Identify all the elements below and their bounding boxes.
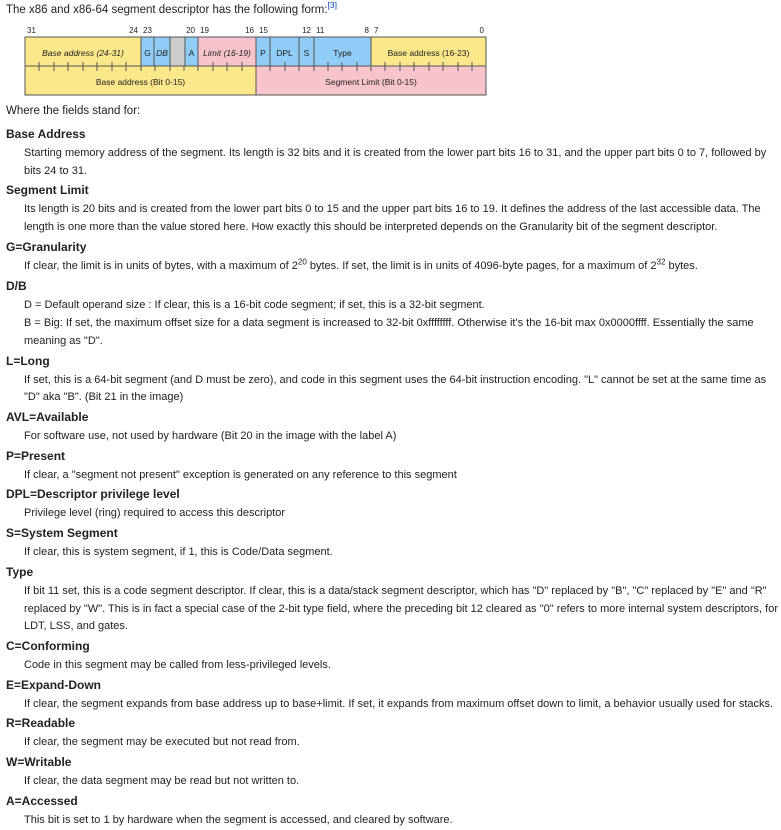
desc-readable: If clear, the segment may be executed bu… bbox=[24, 736, 300, 749]
label-p: P bbox=[260, 48, 266, 58]
bit-label-11: 11 bbox=[316, 26, 325, 35]
term-db: D/B bbox=[6, 278, 27, 293]
bit-label-16: 16 bbox=[245, 26, 254, 35]
term-writable: W=Writable bbox=[6, 755, 72, 770]
desc-granularity: If clear, the limit is in units of bytes… bbox=[24, 258, 778, 277]
label-base-24-31: Base address (24-31) bbox=[42, 48, 124, 58]
term-accessed: A=Accessed bbox=[6, 793, 78, 808]
bit-label-0: 0 bbox=[480, 26, 485, 35]
granularity-text-1: If clear, the limit is in units of bytes… bbox=[24, 259, 298, 272]
term-granularity: G=Granularity bbox=[6, 239, 87, 254]
desc-available: For software use, not used by hardware (… bbox=[24, 430, 397, 443]
citation-link[interactable]: [3] bbox=[328, 0, 337, 10]
bit-label-8: 8 bbox=[365, 26, 370, 35]
term-base-address: Base Address bbox=[6, 127, 86, 141]
intro-text: The x86 and x86-64 segment descriptor ha… bbox=[6, 0, 337, 17]
term-segment-limit: Segment Limit bbox=[6, 183, 89, 198]
term-system-segment: S=System Segment bbox=[6, 526, 118, 541]
label-s: S bbox=[304, 48, 310, 58]
term-available: AVL=Available bbox=[6, 410, 89, 425]
desc-dpl: Privilege level (ring) required to acces… bbox=[24, 507, 286, 520]
label-type: Type bbox=[333, 48, 352, 58]
desc-present: If clear, a "segment not present" except… bbox=[24, 468, 457, 481]
term-readable: R=Readable bbox=[6, 716, 76, 731]
term-dpl: DPL=Descriptor privilege level bbox=[6, 487, 180, 502]
bit-label-20: 20 bbox=[186, 26, 195, 35]
bit-label-7: 7 bbox=[374, 26, 379, 35]
bit-label-15: 15 bbox=[259, 26, 268, 35]
granularity-text-3: bytes. bbox=[665, 259, 698, 272]
desc-writable: If clear, the data segment may be read b… bbox=[24, 775, 300, 788]
segment-descriptor-diagram: 31 24 23 20 19 16 15 12 11 8 7 0 Base ad… bbox=[24, 26, 487, 96]
label-limit-0-15: Segment Limit (Bit 0-15) bbox=[325, 77, 417, 87]
term-long: L=Long bbox=[6, 353, 50, 368]
label-g: G bbox=[144, 48, 151, 58]
intro-sentence: The x86 and x86-64 segment descriptor ha… bbox=[6, 4, 328, 16]
label-base-16-23: Base address (16-23) bbox=[388, 48, 470, 58]
field-reserved bbox=[169, 36, 186, 67]
label-avl: A bbox=[189, 48, 195, 58]
desc-expand-down: If clear, the segment expands from base … bbox=[24, 697, 774, 710]
desc-db-default: D = Default operand size : If clear, thi… bbox=[24, 298, 485, 311]
bit-label-12: 12 bbox=[302, 26, 311, 35]
desc-segment-limit: Its length is 20 bits and is created fro… bbox=[24, 203, 761, 234]
granularity-exp-1: 20 bbox=[297, 257, 307, 267]
bit-label-19: 19 bbox=[200, 26, 209, 35]
label-db: DB bbox=[156, 48, 168, 58]
term-expand-down: E=Expand-Down bbox=[6, 677, 102, 692]
desc-conforming: Code in this segment may be called from … bbox=[24, 658, 331, 671]
desc-type: If bit 11 set, this is a code segment de… bbox=[24, 584, 778, 633]
bit-label-31: 31 bbox=[27, 26, 36, 35]
desc-long: If set, this is a 64-bit segment (and D … bbox=[24, 373, 767, 404]
label-base-0-15: Base address (Bit 0-15) bbox=[96, 77, 185, 87]
label-limit-16-19: Limit (16-19) bbox=[203, 48, 251, 58]
bit-label-24: 24 bbox=[129, 26, 138, 35]
granularity-text-2: bytes. If set, the limit is in units of … bbox=[306, 259, 657, 272]
desc-db-big: B = Big: If set, the maximum offset size… bbox=[24, 317, 754, 347]
term-present: P=Present bbox=[6, 448, 66, 463]
term-type: Type bbox=[6, 564, 34, 579]
desc-base-address: Starting memory address of the segment. … bbox=[24, 147, 767, 177]
label-dpl: DPL bbox=[276, 48, 293, 58]
bit-label-23: 23 bbox=[143, 26, 152, 35]
desc-system-segment: If clear, this is system segment, if 1, … bbox=[24, 546, 333, 559]
field-definitions: Base Address Starting memory address of … bbox=[6, 125, 778, 830]
term-conforming: C=Conforming bbox=[6, 638, 90, 653]
desc-accessed: This bit is set to 1 by hardware when th… bbox=[24, 813, 453, 826]
fields-intro: Where the fields stand for: bbox=[6, 105, 141, 117]
